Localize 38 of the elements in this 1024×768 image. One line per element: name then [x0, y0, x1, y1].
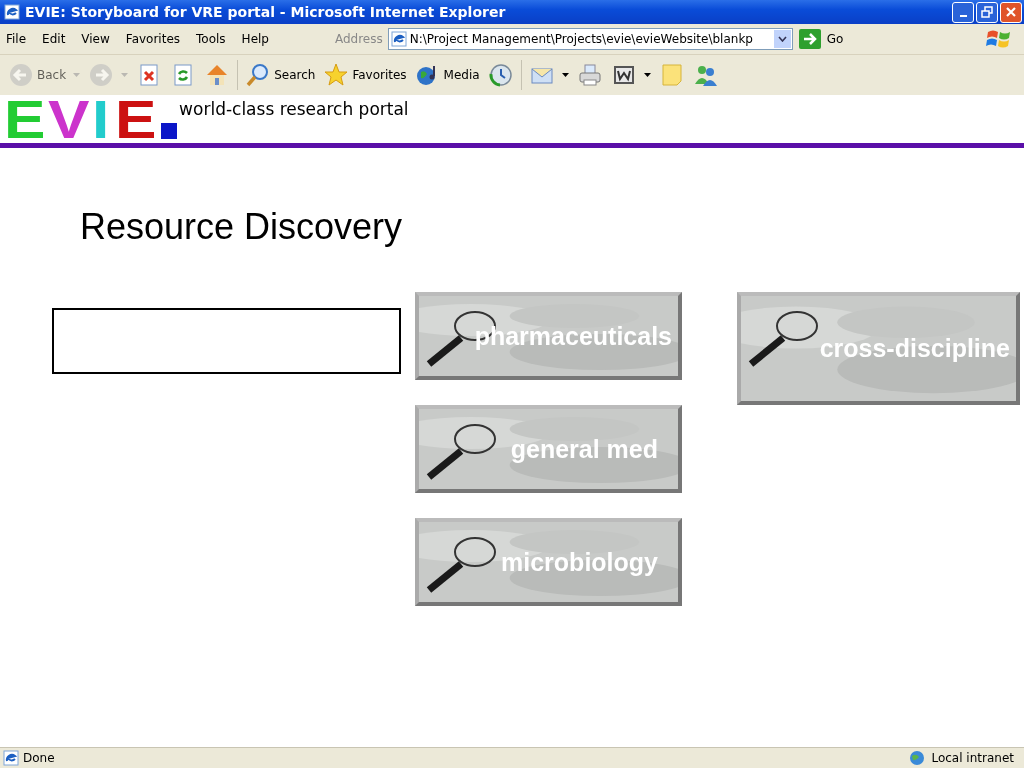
browser-icon — [4, 4, 20, 20]
page-icon — [3, 750, 19, 766]
close-button[interactable] — [1000, 1, 1022, 23]
favorites-button[interactable]: Favorites — [319, 58, 411, 92]
star-icon — [323, 62, 350, 88]
search-button[interactable]: Search — [241, 58, 320, 92]
caret-icon — [643, 73, 651, 77]
search-field[interactable] — [52, 308, 401, 374]
zone-indicator: Local intranet — [907, 750, 1014, 766]
status-text: Done — [3, 750, 55, 766]
evie-logo: EVI E — [4, 95, 178, 139]
minimize-icon — [959, 15, 967, 17]
media-button[interactable]: Media — [410, 58, 484, 92]
restore-icon — [981, 6, 993, 18]
menu-item[interactable]: Edit — [36, 32, 76, 46]
dropdown-button[interactable] — [773, 30, 791, 48]
address-label: Address — [334, 32, 383, 46]
minimize-button[interactable] — [952, 1, 974, 23]
caret-icon — [777, 36, 787, 42]
menu-item[interactable]: Help — [235, 32, 279, 46]
page-icon — [390, 31, 407, 47]
window-title: EVIE: Storyboard for VRE portal - Microsoft Internet Explorer — [25, 4, 507, 20]
printer-icon — [576, 62, 603, 88]
caret-icon — [561, 73, 569, 77]
menu-item[interactable]: File — [0, 32, 37, 46]
go-button[interactable]: Go — [798, 29, 844, 49]
caret-icon — [73, 73, 81, 77]
address-field[interactable]: N:\Project Management\Projects\evie\evieWebsite\blankp — [387, 28, 793, 50]
page-heading: Resource Discovery — [80, 206, 404, 248]
menu-item[interactable]: View — [75, 32, 120, 46]
restore-button[interactable] — [976, 1, 998, 23]
windows-flag-icon — [986, 28, 1012, 50]
menu-item[interactable]: Tools — [190, 32, 236, 46]
menu-item[interactable]: Favorites — [119, 32, 191, 46]
caret-icon — [121, 73, 129, 77]
close-icon — [1005, 6, 1017, 18]
tagline: world-class research portal — [179, 99, 409, 119]
clock-icon — [487, 62, 514, 88]
